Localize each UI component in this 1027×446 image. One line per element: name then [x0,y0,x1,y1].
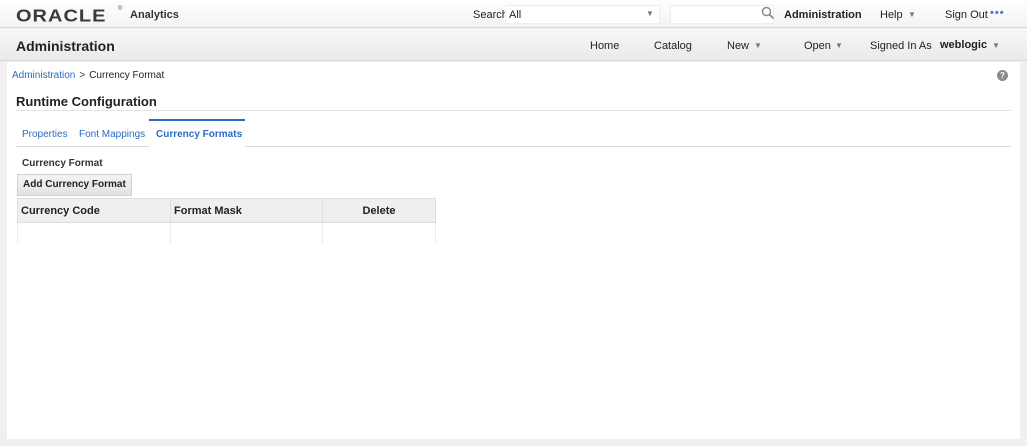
chevron-down-icon[interactable]: ▼ [835,41,843,50]
sign-out-link[interactable]: Sign Out [945,9,988,21]
product-name: Analytics [130,9,179,21]
table-header-row: Currency Code Format Mask Delete [17,198,436,223]
page-title: Administration [16,38,115,54]
breadcrumb-current: Currency Format [89,70,165,81]
registered-mark: ® [118,6,123,12]
nav-open[interactable]: Open [804,40,831,52]
table-row [17,222,436,243]
help-icon[interactable]: ? [997,70,1008,81]
nav-home[interactable]: Home [590,40,619,52]
tab-currency-formats[interactable]: Currency Formats [156,129,242,140]
chevron-down-icon[interactable]: ▼ [992,41,1000,50]
search-label: Search [473,9,508,21]
column-header-delete[interactable]: Delete [322,198,436,223]
administration-link[interactable]: Administration [784,9,862,21]
column-header-format-mask[interactable]: Format Mask [170,198,323,223]
currency-format-heading: Currency Format [22,158,103,169]
table-cell [322,222,436,243]
help-menu[interactable]: Help [880,9,903,21]
table-cell [17,222,171,243]
table-cell [170,222,323,243]
currency-format-table: Currency Code Format Mask Delete [17,198,436,243]
content-panel: Administration > Currency Format ? Runtime… [7,62,1020,439]
global-header: ORACLE ® Analytics Search All ▼ Administ… [0,0,1027,28]
breadcrumb-administration[interactable]: Administration [12,70,75,81]
search-scope-select[interactable]: All [505,5,660,24]
column-header-currency-code[interactable]: Currency Code [17,198,171,223]
nav-catalog[interactable]: Catalog [654,40,692,52]
section-title: Runtime Configuration [16,94,157,109]
tab-bar: Properties Font Mappings Currency Format… [16,119,1011,147]
signed-in-label: Signed In As [870,40,932,52]
divider [16,110,1011,111]
user-menu[interactable]: weblogic [940,39,987,51]
oracle-logo: ORACLE [16,6,107,26]
tab-font-mappings[interactable]: Font Mappings [79,129,145,140]
app-header: Administration Home Catalog New ▼ Open ▼… [0,29,1027,61]
breadcrumb-separator: > [79,70,86,81]
tab-properties[interactable]: Properties [22,129,68,140]
search-input[interactable] [670,5,774,24]
breadcrumb: Administration > Currency Format [12,70,164,81]
nav-new[interactable]: New [727,40,749,52]
chevron-down-icon[interactable]: ▼ [908,10,916,19]
search-icon[interactable] [761,6,775,20]
search-scope-value: All [509,9,522,21]
add-currency-format-button[interactable]: Add Currency Format [17,174,132,196]
chevron-down-icon[interactable]: ▼ [754,41,762,50]
more-options-icon[interactable]: ••• [990,7,1005,19]
chevron-down-icon[interactable]: ▼ [646,9,654,18]
